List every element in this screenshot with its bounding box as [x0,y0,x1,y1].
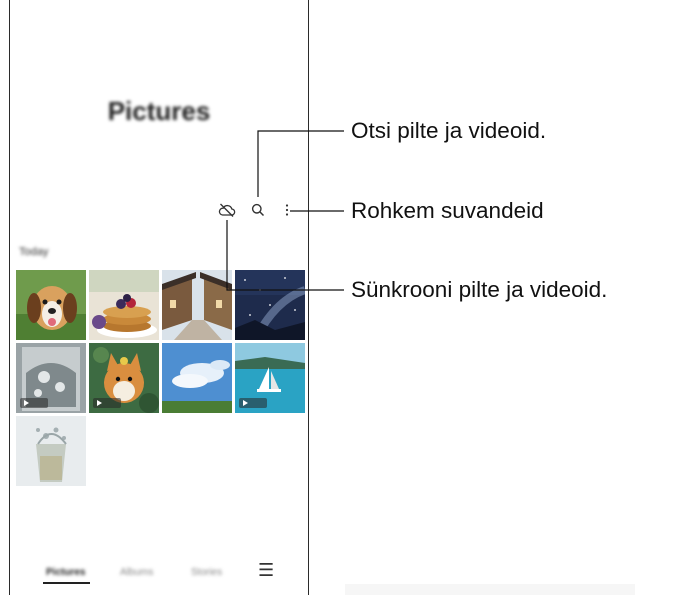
sync-callout: Sünkrooni pilte ja videoid. [351,277,608,302]
sync-callout-line [226,220,344,291]
page-edge-strip [345,584,635,595]
search-callout: Otsi pilte ja videoid. [351,118,547,143]
search-callout-line [257,130,344,197]
more-options-callout: Rohkem suvandeid [351,198,544,223]
